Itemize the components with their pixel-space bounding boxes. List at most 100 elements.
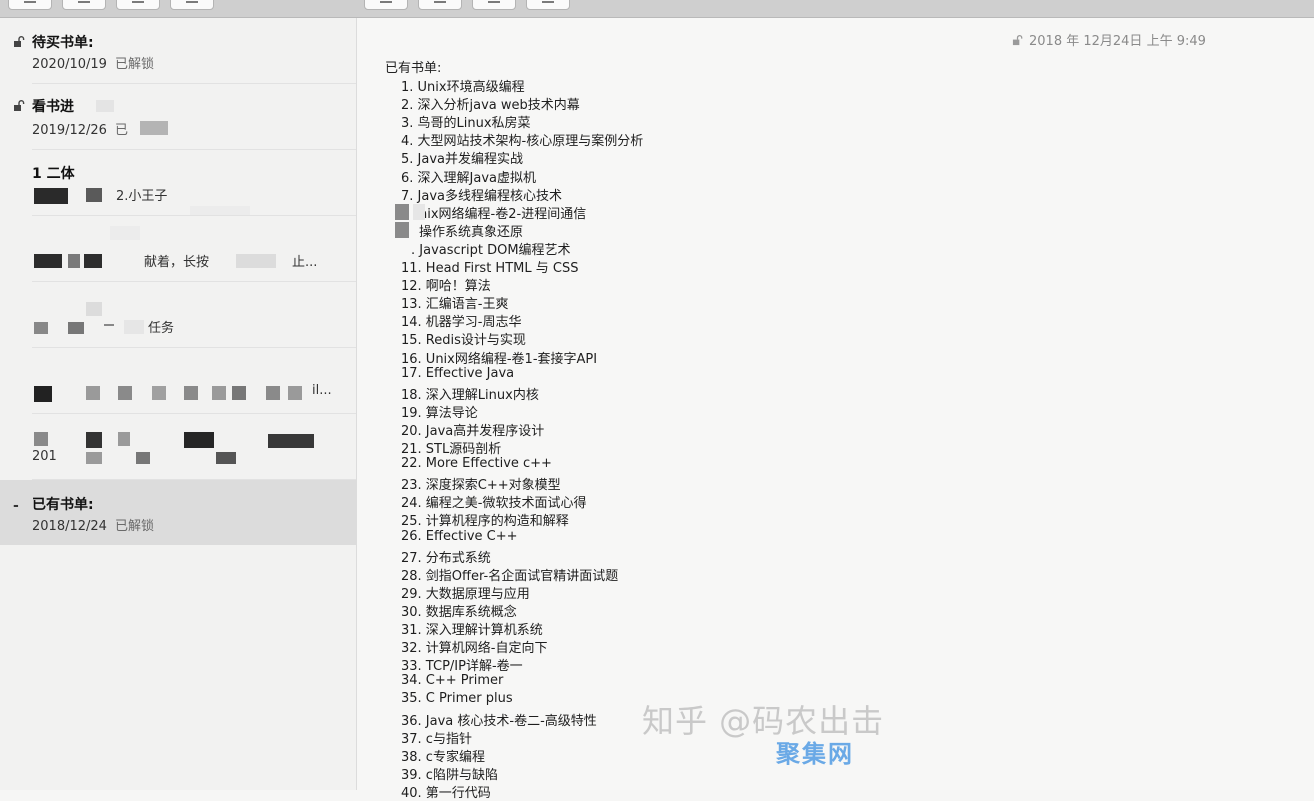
censor-block (184, 432, 214, 448)
note-subtitle: 任务 (148, 321, 175, 336)
checklist-icon (434, 0, 446, 3)
note-editor[interactable]: 2018 年 12月24日 上午 9:49 已有书单: 1. Unix环境高级编… (357, 18, 1314, 801)
compose-button[interactable] (170, 0, 214, 10)
censor-block (212, 386, 226, 400)
censor-block (104, 324, 114, 326)
note-timestamp: 2018 年 12月24日 上午 9:49 (1029, 34, 1206, 49)
delete-button[interactable] (116, 0, 160, 10)
censor-block (34, 386, 52, 402)
censor-block (268, 434, 314, 448)
toolbar (0, 0, 1314, 18)
book-item: 23. 深度探索C++对象模型 (401, 478, 561, 494)
note-status: 已解锁 (114, 519, 154, 534)
book-item: 33. TCP/IP详解-卷一 (401, 659, 523, 675)
censor-block (184, 386, 198, 400)
book-item: 21. STL源码剖析 (401, 442, 502, 457)
note-item[interactable]: 待买书单: 2020/10/19 已解锁 (0, 18, 356, 84)
book-item: 25. 计算机程序的构造和解释 (401, 514, 569, 530)
note-item[interactable]: 看书进 2019/12/26 已 (0, 84, 356, 150)
note-date-header: 2018 年 12月24日 上午 9:49 (1012, 30, 1206, 49)
book-item: 27. 分布式系统 (401, 550, 491, 566)
censor-block (86, 386, 100, 400)
gallery-button[interactable] (62, 0, 106, 10)
note-date: 2019/12/26 (32, 123, 107, 138)
note-item[interactable]: 献着，长按 止... (0, 216, 356, 282)
censor-block (140, 121, 168, 135)
media-icon (488, 0, 500, 3)
censor-block (136, 452, 150, 464)
book-item: 20. Java高并发程序设计 (401, 423, 545, 439)
note-item[interactable]: 201 (0, 414, 356, 480)
censor-block (395, 222, 409, 238)
lock-icon (542, 0, 554, 3)
book-item: 31. 深入理解计算机系统 (401, 623, 543, 638)
censor-block (68, 254, 80, 268)
book-item: 32. 计算机网络-自定向下 (401, 641, 548, 657)
note-status: 已解锁 (114, 57, 154, 72)
book-item: 13. 汇编语言-王爽 (401, 297, 509, 313)
lock-button[interactable] (526, 0, 570, 10)
censor-block (86, 302, 102, 316)
sidebar-toggle-button[interactable] (8, 0, 52, 10)
list-icon (24, 0, 36, 3)
book-item: 36. Java 核心技术-卷二-高级特性 (401, 713, 597, 729)
book-item: 14. 机器学习-周志华 (401, 315, 522, 331)
book-item: 15. Redis设计与实现 (401, 333, 526, 349)
note-title: 看书进 (32, 99, 74, 115)
book-item: 37. c与指针 (401, 731, 472, 747)
censor-block (118, 432, 130, 446)
note-heading: 已有书单: (385, 61, 442, 76)
note-item-selected[interactable]: - 已有书单: 2018/12/24 已解锁 (0, 480, 356, 545)
format-icon (380, 0, 392, 3)
censor-block (236, 254, 276, 268)
book-item: 22. More Effective c++ (401, 456, 552, 472)
unlocked-icon (1012, 35, 1023, 46)
book-item: 2. 深入分析java web技术内幕 (401, 98, 580, 114)
book-item: 6. 深入理解Java虚拟机 (401, 170, 536, 186)
book-item: 29. 大数据原理与应用 (401, 586, 530, 602)
note-subtitle: 2019/12/26 已 (32, 119, 128, 138)
book-item: 12. 啊哈！算法 (401, 279, 491, 295)
note-date: 2020/10/19 (32, 57, 107, 72)
censor-block (86, 452, 102, 464)
book-item: 26. Effective C++ (401, 528, 518, 544)
book-item: 7. Java多线程编程核心技术 (401, 188, 562, 204)
censor-block (124, 320, 144, 334)
censor-block (152, 386, 166, 400)
censor-block (86, 432, 102, 448)
note-title: 1 二体 (32, 166, 75, 182)
note-item[interactable]: 任务 (0, 282, 356, 348)
censor-block (118, 386, 132, 400)
censor-block (413, 204, 425, 220)
note-status: 已 (114, 123, 128, 138)
censor-block (84, 254, 102, 268)
book-item: 18. 深入理解Linux内核 (401, 387, 539, 403)
note-item[interactable]: 1 二体 2.小王子 (0, 150, 356, 216)
unlocked-icon (14, 100, 25, 111)
note-title: 已有书单: (32, 497, 94, 513)
format-button[interactable] (364, 0, 408, 10)
censor-block (110, 226, 140, 240)
book-item: 40. 第一行代码 (401, 785, 491, 801)
dash-icon: - (13, 498, 19, 514)
censor-block (34, 432, 48, 446)
book-item: 16. Unix网络编程-卷1-套接字API (401, 351, 598, 367)
book-item: 35. C Primer plus (401, 691, 513, 707)
book-item: 5. Java并发编程实战 (401, 152, 523, 168)
book-item: 11. Head First HTML 与 CSS (401, 261, 579, 276)
book-item: nix网络编程-卷2-进程间通信 (419, 206, 587, 222)
book-item: 28. 剑指Offer-名企面试官精讲面试题 (401, 568, 619, 584)
note-title: 待买书单: (32, 35, 94, 51)
trash-icon (132, 0, 144, 3)
note-subtitle: il... (312, 383, 332, 398)
censor-block (216, 452, 236, 464)
censor-block (232, 386, 246, 400)
note-item[interactable]: il... (0, 348, 356, 414)
book-item: 38. c专家编程 (401, 749, 485, 765)
book-item: 1. Unix环境高级编程 (401, 80, 525, 95)
note-subtitle: 2018/12/24 已解锁 (32, 515, 154, 534)
media-button[interactable] (472, 0, 516, 10)
checklist-button[interactable] (418, 0, 462, 10)
note-date: 2018/12/24 (32, 519, 107, 534)
censor-block (34, 322, 48, 334)
